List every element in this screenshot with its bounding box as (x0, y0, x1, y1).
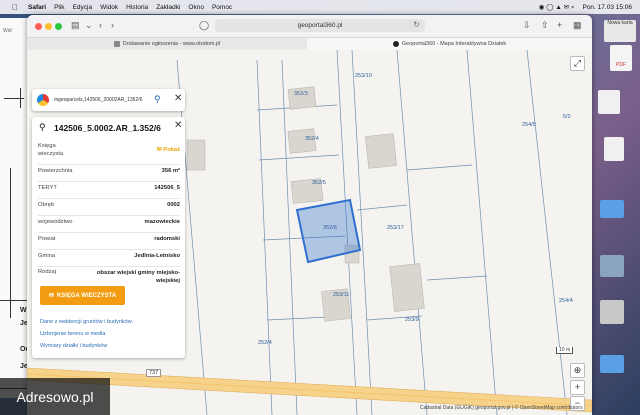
minimize-window-button[interactable] (45, 23, 52, 30)
map-scale: 10 m (556, 347, 574, 354)
parcel-label: 352/4 (305, 136, 319, 142)
row-county: Powiat radomski (38, 236, 180, 250)
tab-label: Geoportal360 - Mapa Interaktywna Działek (401, 41, 507, 47)
menu-bar:  Safari Plik Edycja Widok Historia Zakł… (0, 0, 640, 14)
url-text: geoportal360.pl (297, 22, 343, 29)
shield-icon[interactable]: ◯ (199, 20, 209, 31)
favicon-icon (113, 41, 120, 47)
row-precinct: Obręb 0002 (38, 202, 180, 216)
doc-text: W (20, 307, 27, 314)
reload-icon[interactable]: ↻ (413, 20, 420, 29)
parcel-search-box[interactable]: mgeoparcels,142506_20002AR_1352/6 ⚲ ✕ (32, 89, 185, 111)
row-municipality: Gmina Jedlnia-Letnisko (38, 253, 180, 267)
row-land-register: Księga wieczysta ✉ Pokaż (38, 142, 180, 165)
menu-item-edit[interactable]: Edycja (73, 4, 93, 11)
tab-overview-icon[interactable]: ▦ (573, 20, 582, 31)
menu-item-file[interactable]: Plik (54, 4, 64, 11)
file-icon[interactable] (600, 300, 624, 324)
parcel-id-title: 142506_5.0002.AR_1.352/6 (54, 123, 161, 133)
file-icon[interactable] (598, 90, 620, 114)
safari-window: ▤ ⌄ ‹ › ◯ geoportal360.pl ↻ ⇩ ⇧ + ▦ Doda… (27, 15, 592, 415)
parcel-label: 253/17 (387, 225, 404, 231)
watermark: Adresowo.pl (0, 378, 110, 415)
download-icon[interactable]: ⇩ (523, 20, 531, 31)
menu-item-view[interactable]: Widok (100, 4, 118, 11)
favicon-icon (392, 41, 399, 47)
show-land-register-link[interactable]: ✉ Pokaż (157, 147, 180, 153)
dimensions-link[interactable]: Wymiary działki i budynków (40, 343, 107, 349)
parcel-label: 352/6 (323, 225, 337, 231)
menu-item-history[interactable]: Historia (126, 4, 148, 11)
tab-geoportal[interactable]: Geoportal360 - Mapa Interaktywna Działek (307, 38, 592, 50)
parcel-label: 5/2 (563, 114, 571, 120)
tab-label: Dodawanie ogłoszenia - www.otodom.pl (122, 41, 221, 47)
menu-item-window[interactable]: Okno (188, 4, 204, 11)
close-panel-icon[interactable]: ✕ (174, 120, 182, 131)
parcel-label: 253/11 (333, 292, 350, 298)
folder-icon[interactable] (600, 355, 624, 373)
new-tab-tooltip: Nowa karta (604, 20, 636, 42)
row-area: Powierzchnia 356 m² (38, 168, 180, 182)
share-icon[interactable]: ⇧ (541, 20, 549, 31)
image-file-icon[interactable] (600, 255, 624, 277)
road-number-badge: 737 (146, 369, 162, 377)
selected-parcel-polygon[interactable] (295, 198, 362, 264)
zoom-window-button[interactable] (55, 23, 62, 30)
fullscreen-button[interactable]: ⤢ (570, 56, 585, 71)
parcel-label: 252/4 (258, 340, 272, 346)
sidebar-icon[interactable]: ▤ (71, 20, 80, 31)
key-icon: ✉ (48, 293, 54, 299)
row-type: Rodzaj obszar wiejski gminy miejsko-wiej… (38, 269, 180, 284)
tab-otodom[interactable]: Dodawanie ogłoszenia - www.otodom.pl (27, 38, 307, 50)
zoom-in-button[interactable]: + (570, 380, 585, 395)
parcel-info-panel: ⚲ 142506_5.0002.AR_1.352/6 ✕ Księga wiec… (32, 117, 185, 358)
parcel-label: 253/10 (355, 73, 372, 79)
browser-toolbar: ▤ ⌄ ‹ › ◯ geoportal360.pl ↻ ⇩ ⇧ + ▦ (27, 15, 592, 38)
menu-item-bookmarks[interactable]: Zakładki (156, 4, 180, 11)
parcel-label: 254/5 (522, 122, 536, 128)
utilities-link[interactable]: Uzbrojenie terenu w media (40, 331, 105, 337)
parcel-label: 254/4 (559, 298, 573, 304)
map-canvas[interactable]: 352/3 253/10 352/4 352/5 352/6 253/17 25… (27, 50, 592, 415)
pdf-file-icon[interactable]: PDF (610, 45, 632, 71)
parcel-label: 352/3 (294, 91, 308, 97)
doc-text: Wid (3, 28, 12, 34)
menu-item-help[interactable]: Pomoc (212, 4, 232, 11)
status-icons[interactable]: ◉ ◯ ▲ ✉ ⌕ (539, 3, 575, 12)
parcel-label: 352/5 (312, 180, 326, 186)
map-attribution[interactable]: Cadastral Data (GUGiK) geoportal.gov.pl … (420, 405, 582, 411)
clear-search-icon[interactable]: ✕ (174, 93, 182, 104)
land-records-link[interactable]: Dane z ewidencji gruntów i budynków (40, 319, 132, 325)
land-register-button[interactable]: ✉ KSIĘGA WIECZYSTA (40, 286, 125, 305)
row-voivodeship: województwo mazowieckie (38, 219, 180, 233)
apple-icon[interactable]:  (10, 3, 20, 12)
locate-button[interactable]: ⊕ (570, 363, 585, 378)
menu-clock[interactable]: Pon. 17.03 15:06 (582, 4, 632, 11)
parcel-label: 253/9 (405, 317, 419, 323)
search-icon[interactable]: ⚲ (154, 94, 161, 105)
menu-app-name[interactable]: Safari (28, 4, 46, 11)
new-tab-icon[interactable]: + (557, 20, 562, 30)
file-icon[interactable] (604, 137, 624, 161)
folder-icon[interactable] (600, 200, 624, 218)
address-bar[interactable]: geoportal360.pl ↻ (215, 19, 425, 32)
forward-icon[interactable]: › (111, 20, 114, 30)
chevron-down-icon[interactable]: ⌄ (85, 20, 93, 31)
geoportal-logo-icon (37, 94, 49, 106)
row-teryt: TERYT 142506_5 (38, 185, 180, 199)
search-icon: ⚲ (39, 122, 46, 132)
search-input[interactable]: mgeoparcels,142506_20002AR_1352/6 (54, 97, 142, 103)
back-icon[interactable]: ‹ (99, 20, 102, 30)
close-window-button[interactable] (35, 23, 42, 30)
